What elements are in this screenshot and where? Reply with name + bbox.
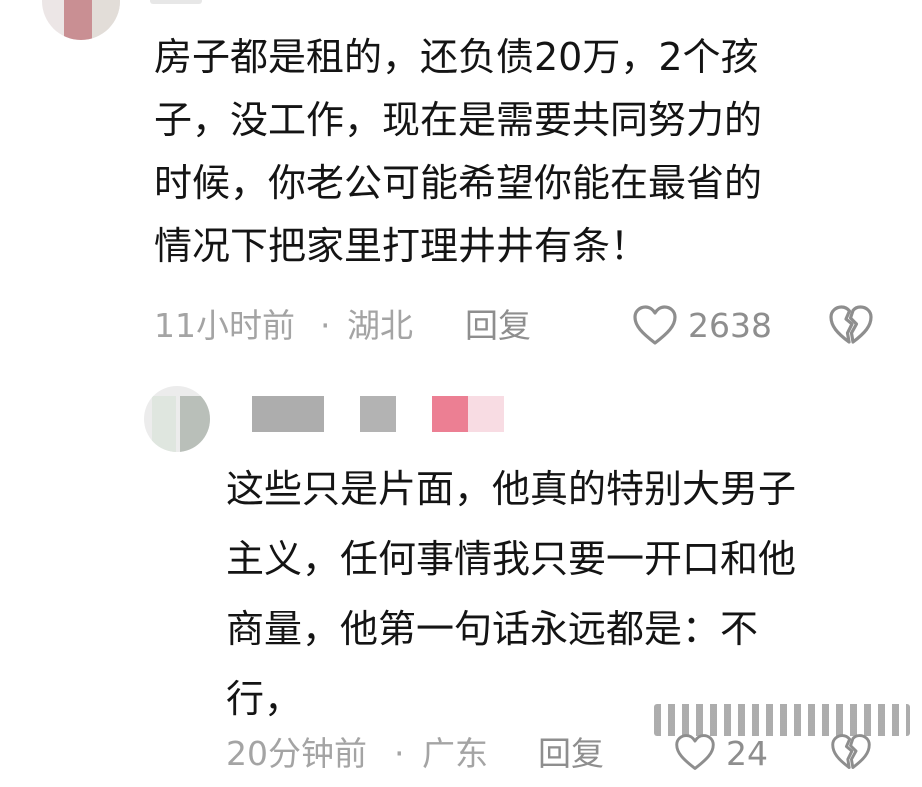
comment-timestamp: 11小时前 <box>154 306 295 345</box>
reply-button[interactable]: 回复 <box>538 728 604 780</box>
comment-text: 房子都是租的，还负债20万，2个孩 子，没工作，现在是需要共同努力的 时候，你老… <box>154 26 894 278</box>
comment-meta-row: 20分钟前 · 广东 回复 24 <box>226 728 906 780</box>
comment-line: 子，没工作，现在是需要共同努力的 <box>154 98 763 142</box>
comment-meta-row: 11小时前 · 湖北 回复 2638 <box>154 300 894 352</box>
avatar[interactable] <box>42 0 120 40</box>
meta-separator: · <box>320 306 331 345</box>
reply-button[interactable]: 回复 <box>465 300 531 352</box>
username-mosaic-block <box>252 396 324 432</box>
dislike-button[interactable] <box>828 304 874 361</box>
comment-timestamp: 20分钟前 <box>226 734 367 773</box>
like-count: 2638 <box>688 306 772 345</box>
comment-line: 主义，任何事情我只要一开口和他 <box>226 537 797 581</box>
broken-heart-icon <box>831 734 871 769</box>
avatar-mosaic-block <box>64 0 92 40</box>
like-count: 24 <box>726 734 768 773</box>
broken-heart-icon <box>829 305 873 344</box>
reply-comment-text: 这些只是片面，他真的特别大男子 主义，任何事情我只要一开口和他 商量，他第一句话… <box>226 454 896 734</box>
heart-outline-icon <box>633 305 677 345</box>
comment-line: 这些只是片面，他真的特别大男子 <box>226 467 797 511</box>
comment-location: 广东 <box>422 734 488 773</box>
comment-line: 时候，你老公可能希望你能在最省的 <box>154 161 763 205</box>
comment-line: 房子都是租的，还负债20万，2个孩 <box>154 35 759 79</box>
dislike-button[interactable] <box>830 732 872 787</box>
username-blurred[interactable] <box>150 0 202 4</box>
username-mosaic-block <box>468 396 504 432</box>
username-mosaic-block <box>360 396 396 432</box>
avatar-mosaic-block <box>92 0 120 40</box>
comment-line: 情况下把家里打理井井有条！ <box>154 224 649 268</box>
username-mosaic-block <box>432 396 468 432</box>
comment-location: 湖北 <box>347 306 413 345</box>
avatar-mosaic-block <box>152 396 176 452</box>
avatar[interactable] <box>144 386 210 452</box>
avatar-mosaic-block <box>180 396 210 452</box>
meta-separator: · <box>394 734 405 773</box>
comment-line: 商量，他第一句话永远都是：不 <box>226 607 759 651</box>
heart-outline-icon <box>675 734 715 770</box>
